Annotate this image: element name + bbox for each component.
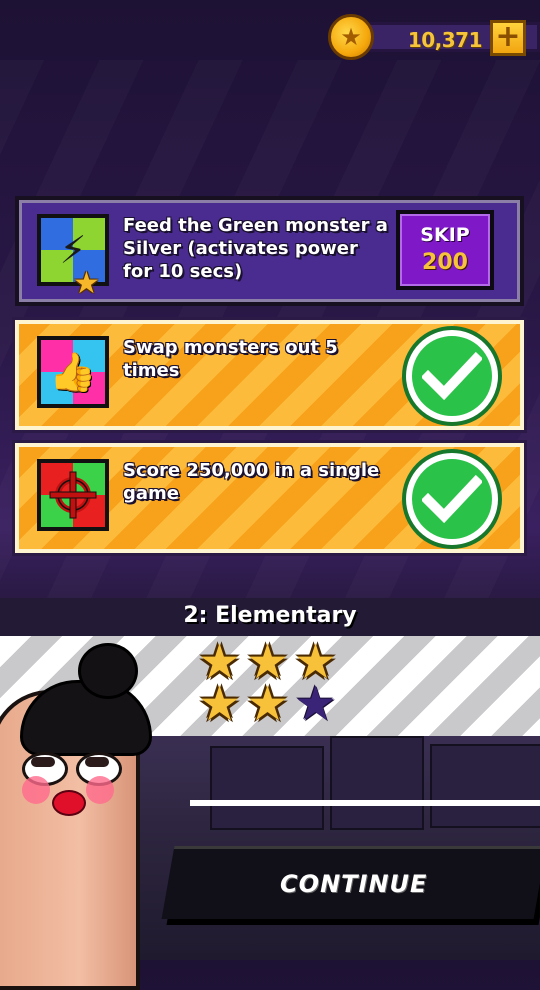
character-cheek	[22, 776, 50, 804]
star-icon: ★	[73, 266, 100, 301]
mission-card-1: ⚡ ★ Feed the Green monster a Silver (act…	[15, 196, 524, 306]
divider-line	[190, 800, 540, 806]
skip-cost: 200	[422, 250, 468, 275]
mission-text: Feed the Green monster a Silver (activat…	[123, 215, 388, 282]
thumbs-up-icon: 👍	[37, 336, 109, 408]
checkmark-icon	[406, 453, 498, 545]
building	[330, 736, 424, 830]
star-icon: ★	[246, 676, 290, 732]
star-icon: ★	[198, 676, 242, 732]
continue-button[interactable]: CONTINUE	[161, 846, 540, 919]
mission-card-3: Score 250,000 in a single game	[15, 443, 524, 553]
coin-amount: 10,371	[407, 28, 483, 52]
character-hair-bun	[78, 643, 138, 699]
coin-icon: ★	[328, 14, 374, 60]
mission-card-2: 👍 Swap monsters out 5 times	[15, 320, 524, 430]
checkmark-icon	[406, 330, 498, 422]
skip-mission-button[interactable]: SKIP 200	[396, 210, 494, 290]
mission-text: Score 250,000 in a single game	[123, 460, 380, 504]
star-empty-icon: ★	[294, 676, 338, 732]
continue-label: CONTINUE	[280, 870, 428, 898]
skip-label: SKIP	[420, 224, 470, 246]
add-coins-button[interactable]: +	[490, 20, 526, 56]
building	[210, 746, 324, 830]
mission-text: Swap monsters out 5 times	[123, 337, 338, 381]
crosshair-icon	[37, 459, 109, 531]
building	[430, 744, 540, 828]
coin-balance-bar: ★ 10,371 +	[328, 14, 540, 62]
character-cheek	[86, 776, 114, 804]
character-lips	[52, 790, 86, 816]
level-title: 2: Elementary	[183, 603, 357, 628]
